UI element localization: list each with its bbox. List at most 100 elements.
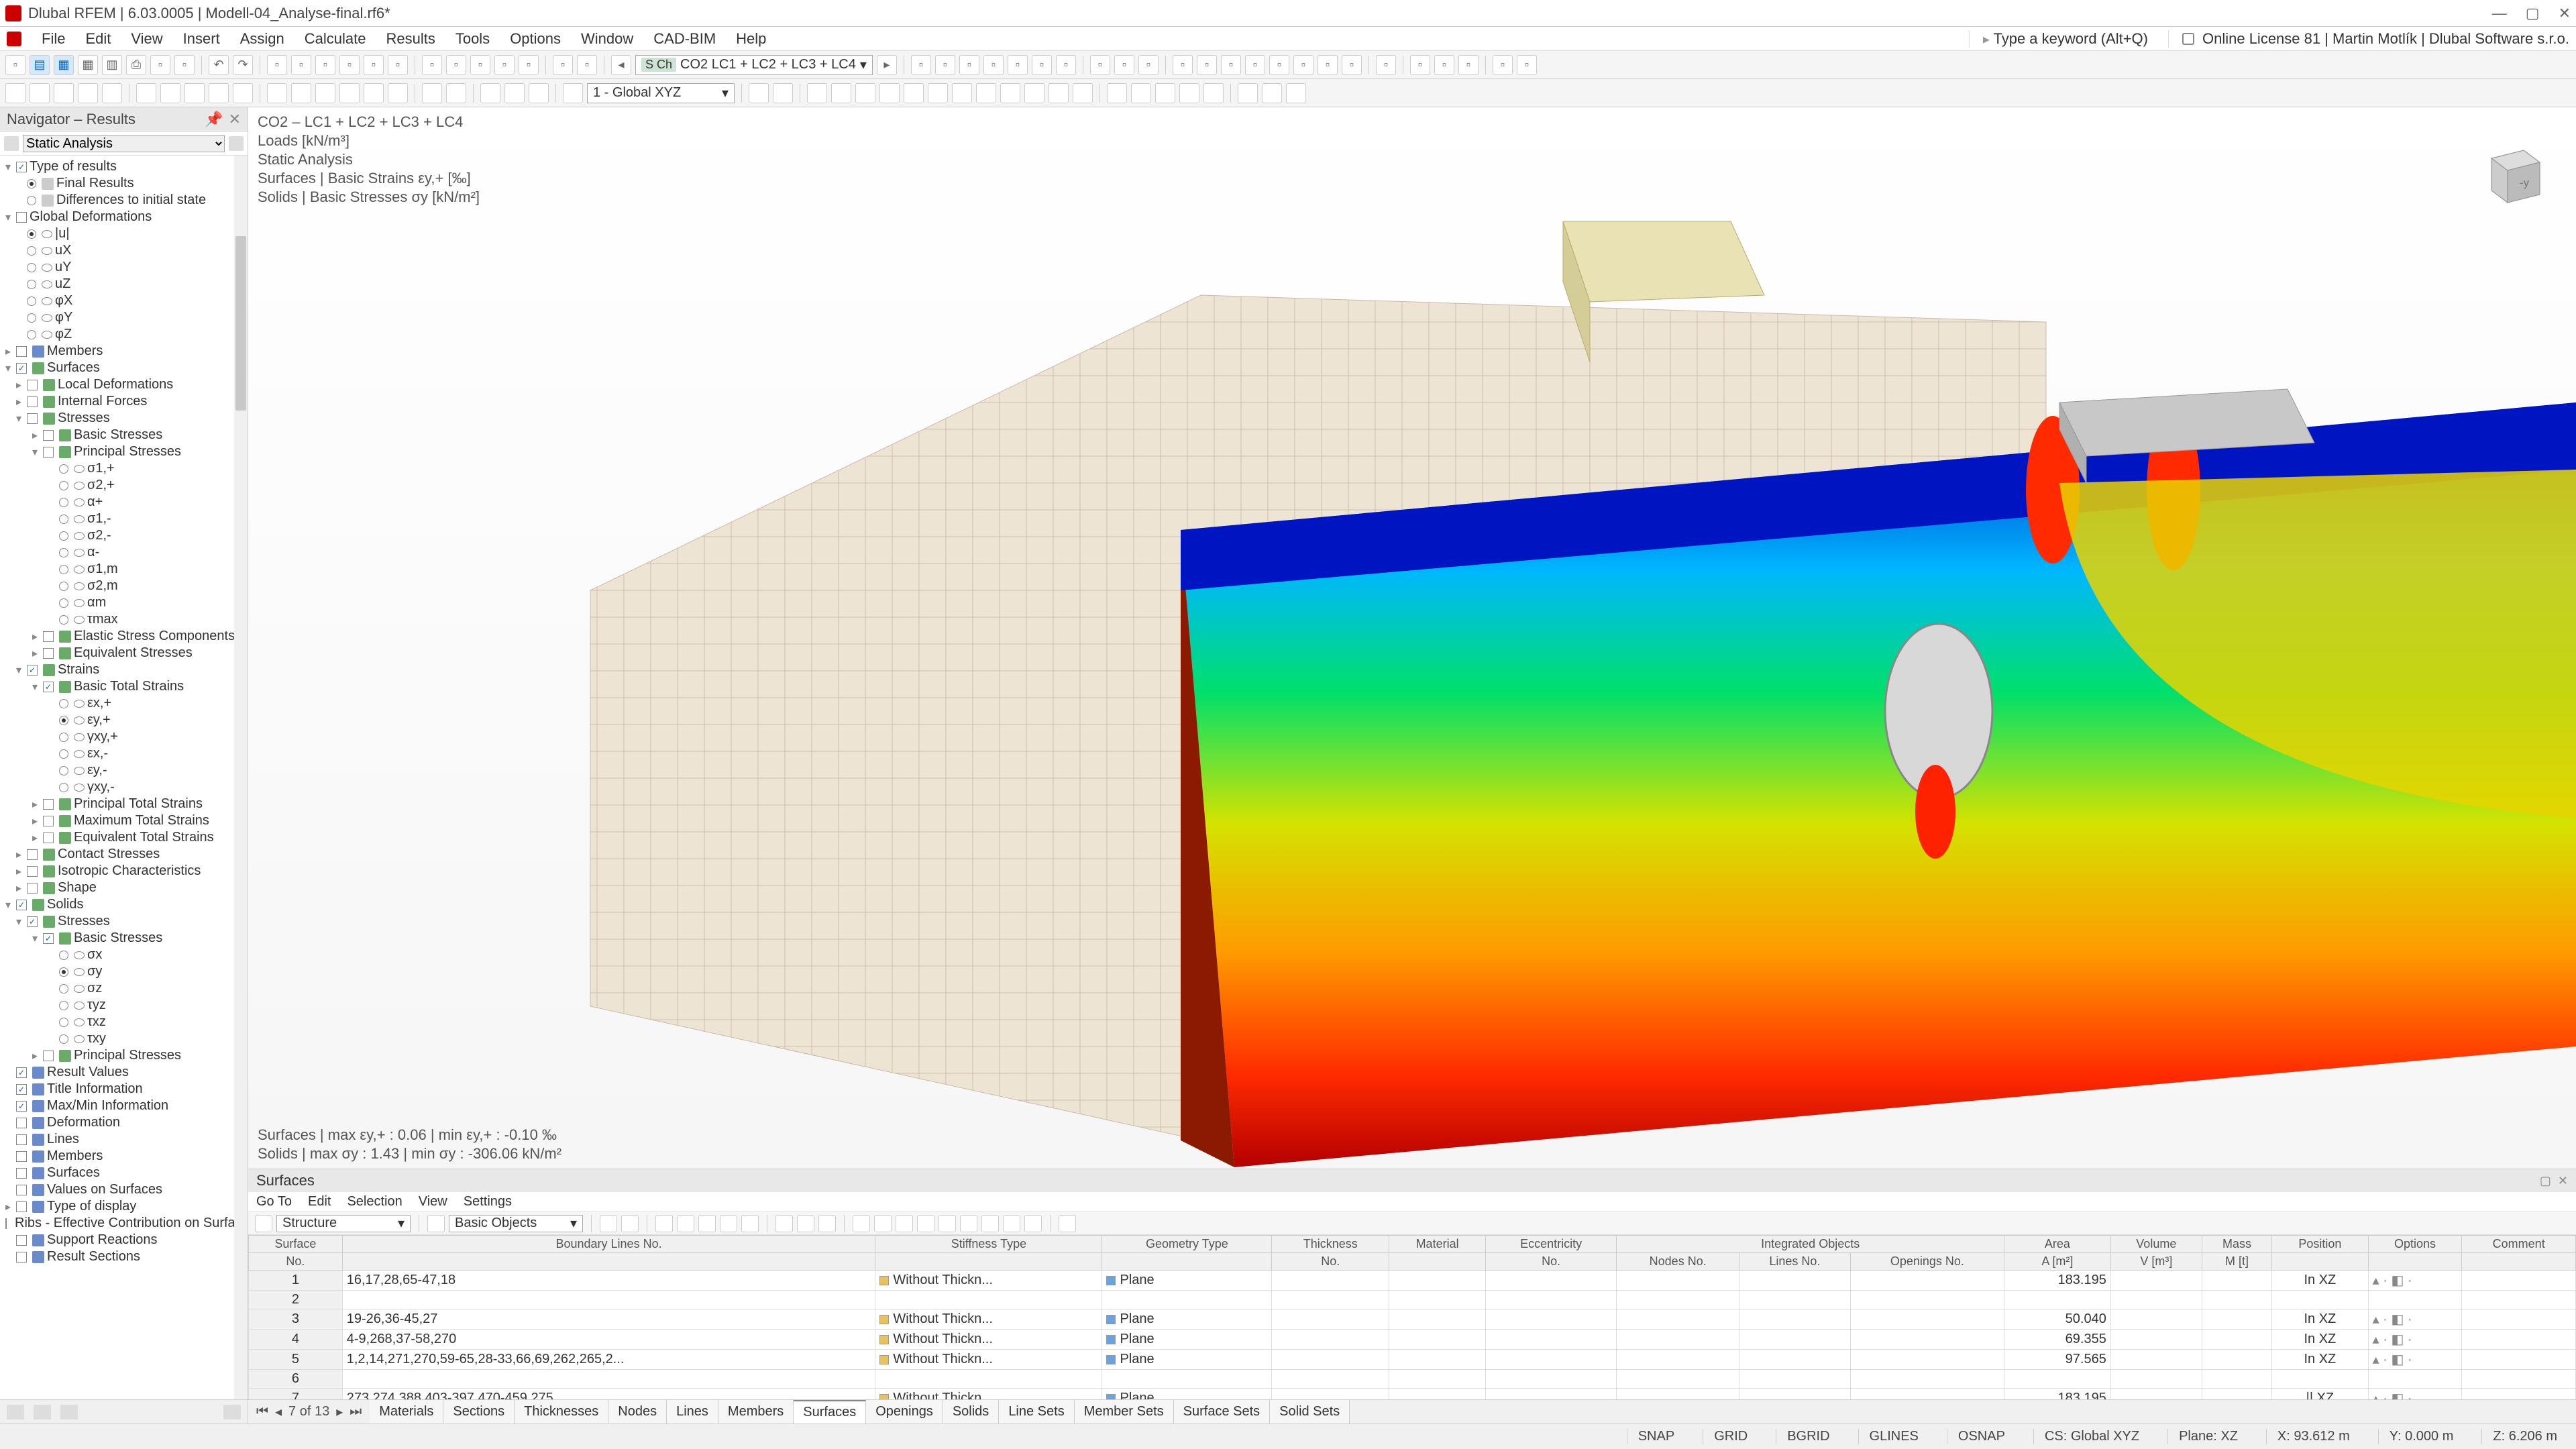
tree-item[interactable]: τxz xyxy=(0,1014,248,1030)
tb2-ag[interactable] xyxy=(1000,83,1020,103)
table-row[interactable]: 51,2,14,271,270,59-65,28-33,66,69,262,26… xyxy=(249,1350,2576,1370)
tree-item[interactable]: Result Sections xyxy=(0,1248,248,1265)
tb2-am[interactable] xyxy=(1155,83,1175,103)
tb-save[interactable]: ▦ xyxy=(54,55,74,75)
tb-r[interactable]: ▫ xyxy=(959,55,979,75)
tree-item[interactable]: σz xyxy=(0,980,248,997)
tb-ae[interactable]: ▫ xyxy=(1293,55,1313,75)
navfoot-b[interactable] xyxy=(34,1405,51,1419)
tb-ac[interactable]: ▫ xyxy=(1245,55,1265,75)
pt-b[interactable] xyxy=(427,1215,445,1232)
tab-surface-sets[interactable]: Surface Sets xyxy=(1174,1400,1271,1424)
tb-i[interactable]: ▫ xyxy=(422,55,442,75)
tree-item[interactable]: σx xyxy=(0,947,248,963)
tb-ag[interactable]: ▫ xyxy=(1342,55,1362,75)
pt-g[interactable] xyxy=(741,1215,759,1232)
menu-edit[interactable]: Edit xyxy=(85,30,111,48)
tb-q[interactable]: ▫ xyxy=(935,55,955,75)
tab-solid-sets[interactable]: Solid Sets xyxy=(1270,1400,1350,1424)
eye-icon[interactable] xyxy=(74,951,85,959)
tb-c[interactable]: ▫ xyxy=(267,55,287,75)
tree-item[interactable]: α- xyxy=(0,544,248,561)
radio[interactable] xyxy=(27,297,36,306)
tb2-m[interactable] xyxy=(315,83,335,103)
pt-next[interactable] xyxy=(621,1215,639,1232)
radio[interactable] xyxy=(59,1018,68,1027)
tb-al[interactable]: ▫ xyxy=(1493,55,1513,75)
tree-item[interactable]: σy xyxy=(0,963,248,980)
radio[interactable] xyxy=(27,313,36,323)
menu-tools[interactable]: Tools xyxy=(455,30,490,48)
tree-item[interactable]: ▸Principal Stresses xyxy=(0,1047,248,1064)
pm-goto[interactable]: Go To xyxy=(256,1194,292,1210)
tree-item[interactable]: ▾Type of results xyxy=(0,158,248,175)
tab-materials[interactable]: Materials xyxy=(370,1400,443,1424)
pg-prev[interactable]: ◂ xyxy=(275,1403,282,1420)
tree-item[interactable]: γxy,+ xyxy=(0,729,248,745)
tb-af[interactable]: ▫ xyxy=(1318,55,1338,75)
eye-icon[interactable] xyxy=(74,1002,85,1010)
tb2-w[interactable] xyxy=(749,83,769,103)
expand-icon[interactable]: ▸ xyxy=(3,1200,13,1214)
tb2-ap[interactable] xyxy=(1238,83,1258,103)
tb2-j[interactable] xyxy=(233,83,253,103)
tree-item[interactable]: Members xyxy=(0,1148,248,1165)
tb-m[interactable]: ▫ xyxy=(519,55,539,75)
tab-thicknesses[interactable]: Thicknesses xyxy=(515,1400,608,1424)
tb2-ah[interactable] xyxy=(1024,83,1044,103)
panel-close-icon[interactable]: ✕ xyxy=(2558,1174,2568,1188)
tree-item[interactable]: ▸Isotropic Characteristics xyxy=(0,863,248,879)
eye-icon[interactable] xyxy=(74,498,85,506)
tree-item[interactable]: ▸Members xyxy=(0,343,248,360)
tb-h[interactable]: ▫ xyxy=(388,55,408,75)
tab-sections[interactable]: Sections xyxy=(443,1400,515,1424)
tree-item[interactable]: εx,+ xyxy=(0,695,248,712)
checkbox[interactable] xyxy=(43,833,54,843)
pt-basic[interactable]: Basic Objects▾ xyxy=(449,1215,583,1232)
analysis-select[interactable]: Static Analysis xyxy=(23,135,225,152)
menu-window[interactable]: Window xyxy=(581,30,633,48)
tb-d[interactable]: ▫ xyxy=(291,55,311,75)
menu-results[interactable]: Results xyxy=(386,30,435,48)
expand-icon[interactable]: ▸ xyxy=(30,831,40,845)
radio[interactable] xyxy=(59,531,68,541)
checkbox[interactable] xyxy=(16,1101,27,1112)
tree-item[interactable]: εy,- xyxy=(0,762,248,779)
expand-icon[interactable]: ▾ xyxy=(3,898,13,912)
radio[interactable] xyxy=(59,1001,68,1010)
expand-icon[interactable]: ▸ xyxy=(30,798,40,811)
tb-e[interactable]: ▫ xyxy=(315,55,335,75)
grid-toggle[interactable]: GRID xyxy=(1703,1429,1758,1444)
tb-n[interactable]: ▫ xyxy=(553,55,573,75)
pt-h[interactable] xyxy=(775,1215,793,1232)
radio[interactable] xyxy=(59,766,68,775)
checkbox[interactable] xyxy=(27,380,38,390)
radio[interactable] xyxy=(27,179,36,189)
pm-set[interactable]: Settings xyxy=(464,1194,512,1210)
expand-icon[interactable]: ▸ xyxy=(30,814,40,828)
tb2-af[interactable] xyxy=(976,83,996,103)
table-row[interactable]: 7273,274,388,403-397,470-459,275Without … xyxy=(249,1389,2576,1400)
tb2-u[interactable] xyxy=(529,83,549,103)
tree-item[interactable]: σ1,- xyxy=(0,511,248,527)
tree-item[interactable]: |u| xyxy=(0,225,248,242)
pin-icon[interactable]: 📌 xyxy=(205,111,223,128)
tree-item[interactable]: φX xyxy=(0,292,248,309)
eye-icon[interactable] xyxy=(74,532,85,540)
tb-t[interactable]: ▫ xyxy=(1008,55,1028,75)
loadcase-combo[interactable]: S ChCO2 LC1 + LC2 + LC3 + LC4▾ xyxy=(635,55,873,75)
tree-item[interactable]: ▾Strains xyxy=(0,661,248,678)
radio[interactable] xyxy=(59,733,68,742)
eye-icon[interactable] xyxy=(74,750,85,758)
tree-item[interactable]: α+ xyxy=(0,494,248,511)
tb-w[interactable]: ▫ xyxy=(1090,55,1110,75)
tb2-aq[interactable] xyxy=(1262,83,1282,103)
tb2-ai[interactable] xyxy=(1049,83,1069,103)
checkbox[interactable] xyxy=(43,430,54,441)
eye-icon[interactable] xyxy=(74,616,85,624)
eye-icon[interactable] xyxy=(74,482,85,490)
radio[interactable] xyxy=(59,615,68,625)
tree-item[interactable]: εx,- xyxy=(0,745,248,762)
checkbox[interactable] xyxy=(5,1218,7,1229)
menu-cadbim[interactable]: CAD-BIM xyxy=(653,30,716,48)
